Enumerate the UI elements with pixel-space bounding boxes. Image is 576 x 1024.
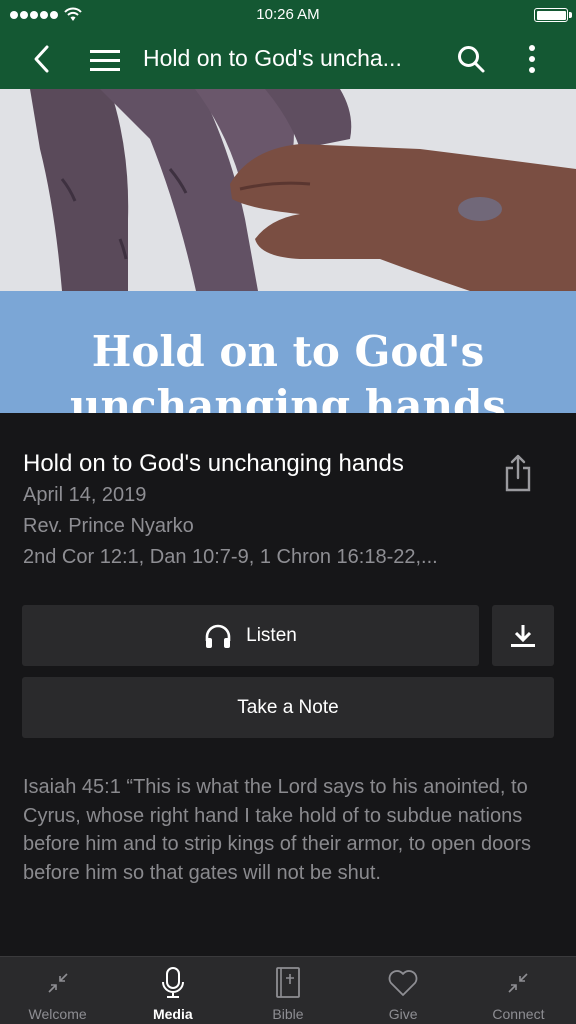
hamburger-menu-icon[interactable] [88,47,122,73]
tab-welcome[interactable]: Welcome [0,957,115,1024]
scripture-text: Isaiah 45:1 “This is what the Lord says … [23,776,532,884]
sermon-references: 2nd Cor 12:1, Dan 10:7-9, 1 Chron 16:18-… [23,546,438,568]
microphone-icon [161,967,184,998]
headphones-icon [205,624,231,648]
tab-label-welcome: Welcome [28,1006,87,1022]
tab-label-bible: Bible [272,1006,304,1022]
tab-media[interactable]: Media [115,957,230,1024]
hands-photo [0,89,576,291]
take-note-label: Take a Note [237,696,339,718]
search-icon[interactable] [456,44,486,74]
collapse-arrows-icon [48,973,68,993]
back-chevron-icon[interactable] [30,44,54,74]
hero-banner: Hold on to God's unchanging hands [0,291,576,413]
listen-label: Listen [246,624,297,646]
tab-label-give: Give [388,1006,418,1022]
share-icon[interactable] [502,453,534,493]
sermon-date: April 14, 2019 [23,484,147,506]
collapse-arrows-icon [508,973,528,993]
status-time: 10:26 AM [256,6,320,23]
tab-label-connect: Connect [492,1006,545,1022]
sermon-speaker: Rev. Prince Nyarko [23,515,194,537]
status-bar: 10:26 AM [0,0,576,30]
tab-give[interactable]: Give [346,957,461,1024]
more-options-icon[interactable] [520,42,544,76]
bible-icon [276,967,300,998]
listen-button[interactable]: Listen [22,605,479,666]
page-title: Hold on to God's uncha... [143,45,402,71]
tab-bar: Welcome Media Bible Give Connect [0,956,576,1024]
tab-label-media: Media [152,1006,193,1022]
tab-bible[interactable]: Bible [230,957,345,1024]
sermon-artwork: Hold on to God's unchanging hands [0,89,576,413]
battery-icon [534,8,572,22]
nav-bar: Hold on to God's uncha... [0,30,576,89]
download-icon [511,624,535,647]
tab-connect[interactable]: Connect [461,957,576,1024]
download-button[interactable] [492,605,554,666]
banner-title: Hold on to God's unchanging hands [69,327,507,413]
sermon-title: Hold on to God's unchanging hands [23,450,404,477]
heart-icon [388,970,418,996]
sermon-detail: Hold on to God's unchanging hands April … [0,413,576,956]
take-note-button[interactable]: Take a Note [22,677,554,738]
